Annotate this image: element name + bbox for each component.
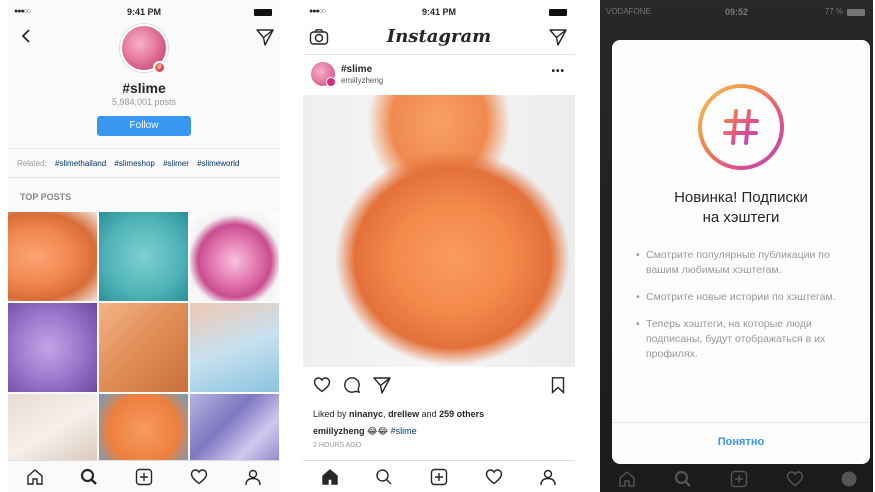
post-timestamp: 2 HOURS AGO <box>313 442 362 449</box>
post-hashtag[interactable]: #slime <box>341 64 372 75</box>
post-caption: emiilyzheng 😂😂 #slime <box>313 426 417 437</box>
feature-list: Смотрите популярные публикации по вашим … <box>636 248 850 374</box>
post-thumbnail[interactable] <box>8 212 97 301</box>
bookmark-icon[interactable] <box>549 376 567 394</box>
dialog-title-line: Новинка! Подписки <box>674 189 808 206</box>
post-thumbnail[interactable] <box>8 394 97 466</box>
more-options-icon[interactable]: ••• <box>551 66 565 77</box>
post-thumbnail[interactable] <box>99 394 188 466</box>
likes-prefix: Liked by <box>313 409 350 419</box>
post-thumbnail[interactable] <box>190 303 279 392</box>
direct-message-icon[interactable] <box>549 28 567 46</box>
hashtag-icon <box>723 109 759 145</box>
like-heart-icon[interactable] <box>313 376 331 394</box>
status-bar: ●●●○○ 9:41 PM <box>8 6 280 20</box>
likes-summary: Liked by ninanyc, drellew and 259 others <box>313 409 484 419</box>
likes-count[interactable]: 259 others <box>439 409 484 419</box>
post-thumbnail[interactable] <box>8 303 97 392</box>
feature-item: Теперь хэштеги, на которые люди подписан… <box>636 317 850 362</box>
feature-item: Смотрите новые истории по хэштегам. <box>636 290 850 305</box>
battery-percentage: 77 % <box>824 7 843 16</box>
caption-hashtag[interactable]: #slime <box>391 426 417 436</box>
feed-post-screen: ●●●○○ 9:41 PM Instagram #slime emiilyzhe… <box>303 0 575 492</box>
related-hashtags-bar: Related: #slimethailand #slimeshop #slim… <box>8 148 280 178</box>
related-label: Related: <box>17 159 47 168</box>
header-divider <box>303 54 575 55</box>
post-thumbnail[interactable] <box>190 394 279 466</box>
instagram-logo: Instagram <box>386 26 492 47</box>
related-tag[interactable]: #slimethailand <box>55 159 106 168</box>
share-icon[interactable] <box>373 376 391 394</box>
caption-emoji: 😂😂 <box>364 426 391 436</box>
caption-username[interactable]: emiilyzheng <box>313 426 365 436</box>
hashtag-ring-icon <box>698 84 784 170</box>
dialog-divider <box>612 422 870 423</box>
post-image[interactable] <box>303 95 575 367</box>
hashtag-follow-announcement-screen: VODAFONE 09:52 77 % Новинка! Подписки на… <box>600 0 873 492</box>
home-icon[interactable] <box>321 468 339 486</box>
liker-name[interactable]: drellew <box>388 409 419 419</box>
heart-icon <box>786 471 804 487</box>
heart-icon[interactable] <box>485 468 503 486</box>
battery-icon <box>254 9 272 16</box>
search-icon[interactable] <box>375 468 393 486</box>
got-it-button[interactable]: Понятно <box>612 436 870 448</box>
related-tag[interactable]: #slimer <box>163 159 189 168</box>
add-post-icon[interactable] <box>430 468 448 486</box>
status-bar: VODAFONE 09:52 77 % <box>600 6 873 20</box>
hashtag-page-screen: ●●●○○ 9:41 PM # #slime 5,984,001 posts F… <box>8 0 280 492</box>
search-icon[interactable] <box>80 468 98 486</box>
likes-and: and <box>419 409 440 419</box>
dialog-title: Новинка! Подписки на хэштеги <box>612 188 870 228</box>
dimmed-tab-bar <box>600 464 873 492</box>
top-posts-heading: TOP POSTS <box>20 192 72 202</box>
status-time: 9:41 PM <box>421 7 456 17</box>
direct-message-icon[interactable] <box>256 28 274 46</box>
hashtag-badge-icon <box>326 77 336 87</box>
battery-icon <box>847 9 865 16</box>
dialog-title-line: на хэштеги <box>702 209 780 226</box>
hashtag-title: #slime <box>122 80 166 96</box>
post-count: 5,984,001 posts <box>111 97 177 107</box>
add-post-icon[interactable] <box>135 468 153 486</box>
comment-icon[interactable] <box>343 376 361 394</box>
hashtag-badge-icon: # <box>153 61 166 74</box>
post-thumbnail[interactable] <box>99 212 188 301</box>
post-thumbnail[interactable] <box>99 303 188 392</box>
bottom-tab-bar <box>8 460 280 492</box>
profile-icon[interactable] <box>539 468 557 486</box>
battery-icon <box>549 9 567 16</box>
profile-icon <box>841 471 857 487</box>
search-icon <box>674 470 691 487</box>
follow-button[interactable]: Follow <box>97 116 191 136</box>
post-username[interactable]: emiilyzheng <box>341 76 383 85</box>
back-arrow-icon[interactable] <box>18 28 34 44</box>
heart-icon[interactable] <box>190 468 208 486</box>
home-icon[interactable] <box>26 468 44 486</box>
related-tag[interactable]: #slimeworld <box>197 159 239 168</box>
home-icon <box>619 471 635 487</box>
related-tag[interactable]: #slimeshop <box>114 159 154 168</box>
status-time: 9:41 PM <box>126 7 161 17</box>
feature-item: Смотрите популярные публикации по вашим … <box>636 248 850 278</box>
liker-name[interactable]: ninanyc <box>349 409 383 419</box>
bottom-tab-bar <box>303 460 575 492</box>
status-bar: ●●●○○ 9:41 PM <box>303 6 575 20</box>
top-posts-grid <box>8 212 280 466</box>
add-post-icon <box>730 470 748 488</box>
profile-icon[interactable] <box>244 468 262 486</box>
post-thumbnail[interactable] <box>190 212 279 301</box>
announcement-dialog: Новинка! Подписки на хэштеги Смотрите по… <box>612 40 870 464</box>
